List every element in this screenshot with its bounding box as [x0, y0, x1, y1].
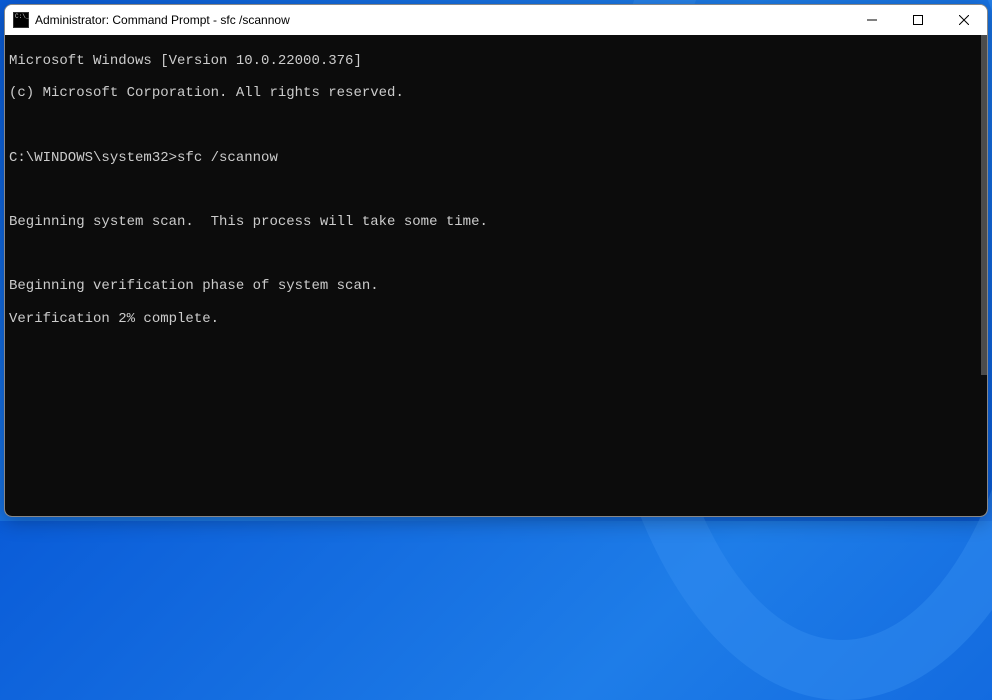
- titlebar[interactable]: Administrator: Command Prompt - sfc /sca…: [5, 5, 987, 35]
- output-line: Microsoft Windows [Version 10.0.22000.37…: [9, 53, 983, 69]
- output-line: (c) Microsoft Corporation. All rights re…: [9, 85, 983, 101]
- window-controls: [849, 5, 987, 35]
- output-line: Beginning system scan. This process will…: [9, 214, 983, 230]
- terminal-output[interactable]: Microsoft Windows [Version 10.0.22000.37…: [5, 35, 987, 516]
- minimize-button[interactable]: [849, 5, 895, 35]
- output-line: [9, 182, 983, 198]
- maximize-button[interactable]: [895, 5, 941, 35]
- command-prompt-window: Administrator: Command Prompt - sfc /sca…: [4, 4, 988, 517]
- maximize-icon: [913, 15, 923, 25]
- output-line: [9, 117, 983, 133]
- prompt-line: C:\WINDOWS\system32>sfc /scannow: [9, 150, 983, 166]
- scrollbar[interactable]: [981, 35, 987, 375]
- output-line: Verification 2% complete.: [9, 311, 983, 327]
- output-line: [9, 246, 983, 262]
- cmd-icon: [13, 12, 29, 28]
- output-line: Beginning verification phase of system s…: [9, 278, 983, 294]
- close-icon: [959, 15, 969, 25]
- minimize-icon: [867, 15, 877, 25]
- close-button[interactable]: [941, 5, 987, 35]
- window-title: Administrator: Command Prompt - sfc /sca…: [35, 13, 290, 27]
